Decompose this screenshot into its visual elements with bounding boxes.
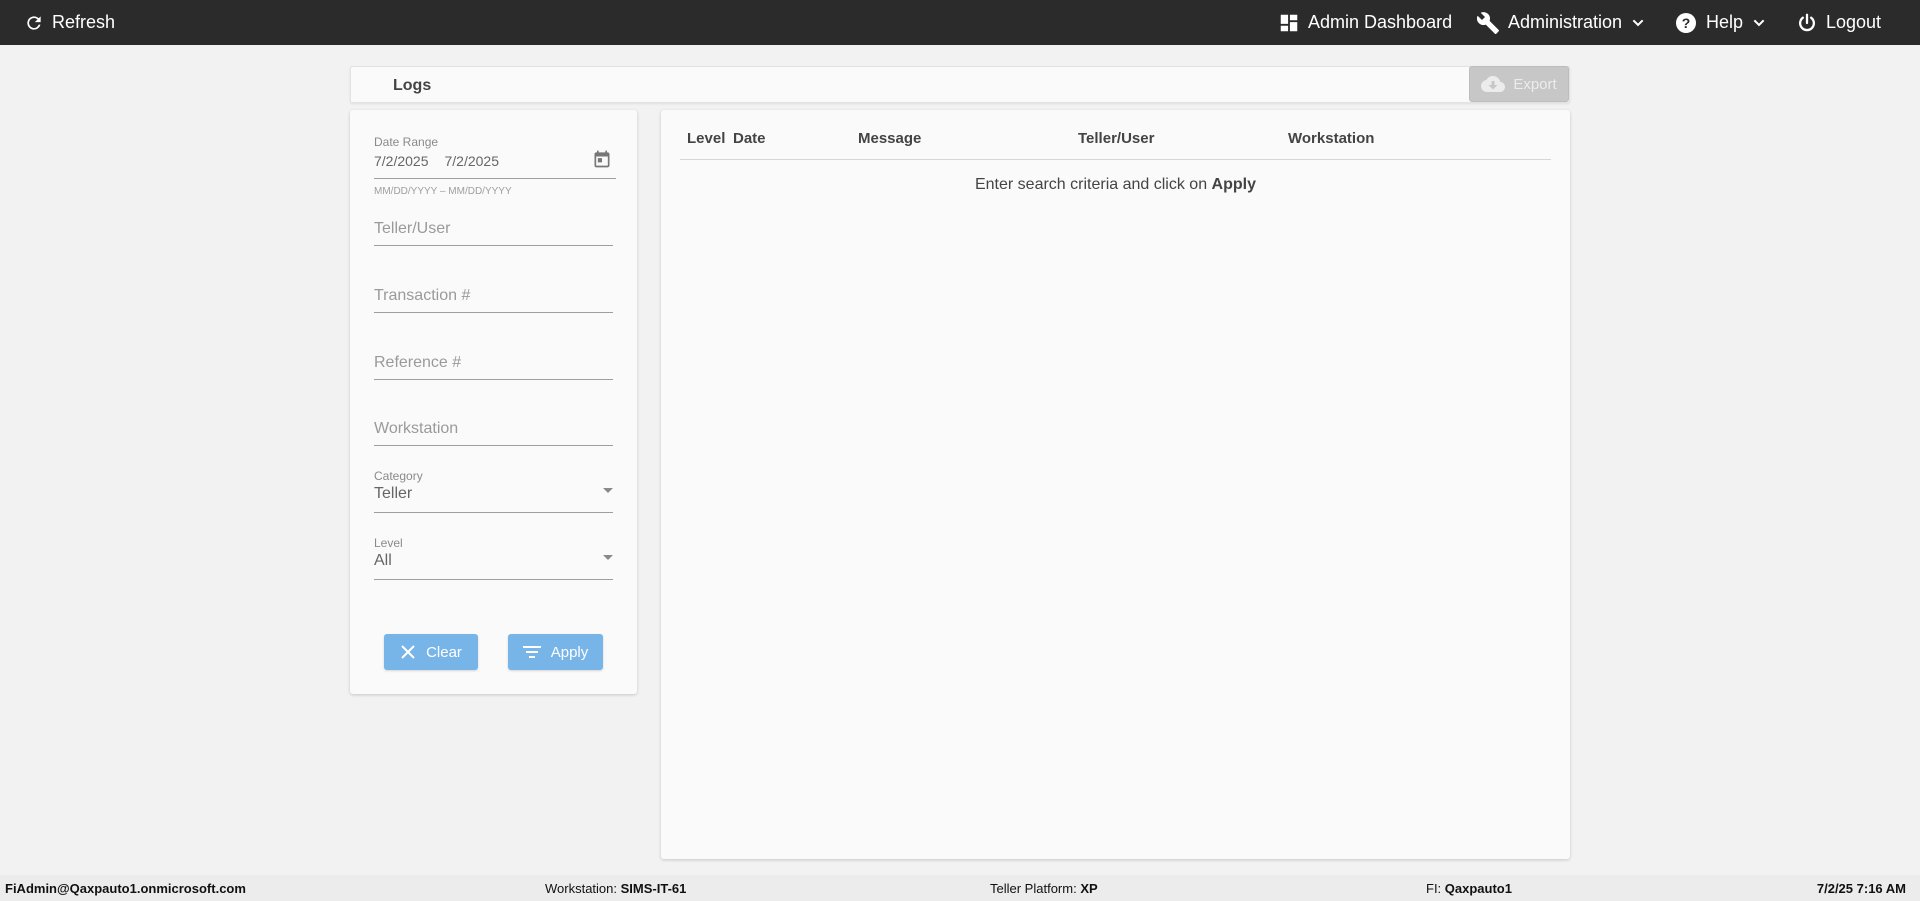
workstation-input[interactable]: Workstation [374,416,613,446]
level-value: All [374,552,392,569]
svg-text:?: ? [1682,15,1691,31]
category-label: Category [374,469,423,483]
workstation-placeholder: Workstation [374,420,459,437]
logout-label: Logout [1826,12,1882,32]
empty-state-action: Apply [1211,176,1256,193]
status-workstation: Workstation: SIMS-IT-61 [545,881,686,896]
column-header-teller-user[interactable]: Teller/User [1078,130,1154,147]
filter-icon [522,646,541,658]
admin-dashboard-label: Admin Dashboard [1308,12,1453,32]
teller-user-input[interactable]: Teller/User [374,216,613,246]
header-divider [680,159,1551,160]
column-header-message[interactable]: Message [858,130,921,147]
dashboard-icon [1280,14,1298,31]
results-panel: Level Date Message Teller/User Workstati… [661,110,1570,859]
chevron-down-icon [1753,19,1765,26]
status-platform-value: XP [1080,881,1098,896]
filter-panel: Date Range 7/2/2025 7/2/2025 MM/DD/YYYY … [350,110,637,694]
help-icon: ? [1676,12,1696,33]
status-platform: Teller Platform: XP [990,881,1098,896]
apply-label: Apply [550,643,589,661]
empty-state-message: Enter search criteria and click on Apply [661,176,1570,194]
dropdown-arrow-icon [603,555,613,560]
power-icon [1798,13,1816,31]
export-button[interactable]: Export [1469,66,1569,102]
status-datetime: 7/2/25 7:16 AM [1816,881,1906,896]
refresh-button[interactable]: Refresh [24,0,115,45]
date-range-field[interactable]: Date Range 7/2/2025 7/2/2025 [374,135,616,179]
status-user: FiAdmin@Qaxpauto1.onmicrosoft.com [5,881,246,896]
clear-button[interactable]: Clear [384,634,478,670]
help-menu[interactable]: ? Help [1674,0,1767,45]
date-format-hint: MM/DD/YYYY – MM/DD/YYYY [374,186,512,197]
date-range-label: Date Range [374,135,439,149]
teller-user-placeholder: Teller/User [374,220,451,237]
apply-button[interactable]: Apply [508,634,603,670]
export-label: Export [1513,75,1557,93]
column-header-date[interactable]: Date [733,130,766,147]
transaction-number-input[interactable]: Transaction # [374,283,613,313]
status-bar: FiAdmin@Qaxpauto1.onmicrosoft.com Workst… [0,875,1920,901]
status-platform-label: Teller Platform: [990,881,1077,896]
category-select[interactable]: Category Teller [374,469,613,513]
status-workstation-label: Workstation: [545,881,618,896]
level-label: Level [374,536,403,550]
dropdown-arrow-icon [603,488,613,493]
status-fi: FI: Qaxpauto1 [1426,881,1512,896]
status-fi-value: Qaxpauto1 [1444,881,1512,896]
level-select[interactable]: Level All [374,536,613,580]
logout-button[interactable]: Logout [1796,0,1881,45]
admin-dashboard-link[interactable]: Admin Dashboard [1278,0,1452,45]
status-workstation-value: SIMS-IT-61 [620,881,687,896]
clear-label: Clear [426,643,462,661]
close-icon [401,645,415,659]
empty-state-text: Enter search criteria and click on [974,176,1208,193]
wrench-icon [1476,11,1499,34]
logs-header-bar: Logs [350,66,1570,103]
column-header-level[interactable]: Level [687,130,725,147]
reference-placeholder: Reference # [374,354,462,371]
reference-number-input[interactable]: Reference # [374,350,613,380]
date-start-input[interactable]: 7/2/2025 [374,153,429,169]
top-bar: Refresh Admin Dashboard Administration ?… [0,0,1920,45]
refresh-label: Refresh [52,12,116,32]
administration-menu[interactable]: Administration [1476,0,1646,45]
calendar-icon[interactable] [592,149,612,169]
category-value: Teller [374,485,413,502]
status-fi-label: FI: [1426,881,1442,896]
column-header-workstation[interactable]: Workstation [1288,130,1374,147]
help-label: Help [1706,12,1744,32]
cloud-download-icon [1481,76,1506,92]
refresh-icon [27,15,41,30]
date-end-input[interactable]: 7/2/2025 [445,153,500,169]
transaction-placeholder: Transaction # [374,287,471,304]
chevron-down-icon [1632,19,1644,26]
page-title: Logs [393,77,432,94]
administration-label: Administration [1508,12,1623,32]
